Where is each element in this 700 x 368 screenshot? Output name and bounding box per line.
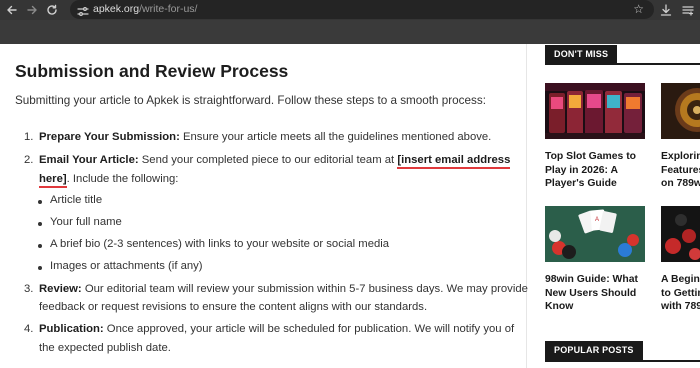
post-title-line: on 789w xyxy=(661,178,700,189)
article-content: Submission and Review Process Submitting… xyxy=(0,44,528,368)
step-body: here]. Include the following: xyxy=(39,170,509,189)
bullet-text: Your full name xyxy=(50,216,122,228)
post-thumbnail-slots[interactable] xyxy=(545,83,645,139)
post-title[interactable]: Explorin Features on 789w xyxy=(661,150,700,191)
step-body: Prepare Your Submission: Ensure your art… xyxy=(39,128,509,147)
step-text: Send your completed piece to our editori… xyxy=(138,154,398,166)
post-thumbnail-roulette[interactable] xyxy=(661,83,700,139)
site-header-bar xyxy=(0,20,700,44)
step-body: Publication: Once approved, your article… xyxy=(39,320,514,339)
reading-list-icon[interactable] xyxy=(680,2,696,18)
bullet-text: Images or attachments (if any) xyxy=(50,260,203,272)
step-text-after: . Include the following: xyxy=(66,173,179,185)
post-title-line: New Users Should xyxy=(545,287,637,299)
post-thumbnail-chips[interactable] xyxy=(661,206,700,262)
list-item-bullet: Your full name xyxy=(38,216,122,228)
bullet-text: A brief bio (2-3 sentences) with links t… xyxy=(50,238,390,250)
post-thumbnail-cards[interactable]: A xyxy=(545,206,645,262)
post-title-line: 98win Guide: What xyxy=(545,274,638,285)
url-text: apkek.org/write-for-us/ xyxy=(93,3,197,16)
svg-text:A: A xyxy=(595,217,599,223)
list-item-bullet: A brief bio (2-3 sentences) with links t… xyxy=(38,238,390,250)
bullet-dot xyxy=(38,266,42,270)
step-body: Review: Our editorial team will review y… xyxy=(39,280,528,299)
post-title-line: Know xyxy=(545,301,574,312)
post-title-line: Player's Guide xyxy=(545,178,617,189)
post-title[interactable]: A Beginn to Gettin with 789 xyxy=(661,273,700,314)
step-body: feedback or request revisions to ensure … xyxy=(39,301,428,313)
bullet-dot xyxy=(38,222,42,226)
step-body: the expected publish date. xyxy=(39,342,171,354)
download-icon[interactable] xyxy=(658,2,674,18)
browser-toolbar: apkek.org/write-for-us/ ☆ xyxy=(0,0,700,20)
bullet-dot xyxy=(38,200,42,204)
url-path: /write-for-us/ xyxy=(139,3,198,15)
email-placeholder-link[interactable]: [insert email address xyxy=(397,154,511,169)
bullet-dot xyxy=(38,244,42,248)
step-text: Our editorial team will review your subm… xyxy=(81,283,528,295)
step-number: 3. xyxy=(24,283,34,295)
back-arrow-icon[interactable] xyxy=(4,2,20,18)
step-title: Publication: xyxy=(39,323,104,335)
step-text: Ensure your article meets all the guidel… xyxy=(179,131,492,143)
step-text: Once approved, your article will be sche… xyxy=(103,323,515,335)
section-divider xyxy=(545,63,700,65)
post-title-line: Features xyxy=(661,164,700,176)
list-item-bullet: Article title xyxy=(38,194,103,206)
post-title-line: with 789 xyxy=(661,301,700,312)
forward-arrow-icon[interactable] xyxy=(24,2,40,18)
bullet-text: Article title xyxy=(50,194,103,206)
post-title-line: Play in 2026: A xyxy=(545,164,618,176)
step-number: 1. xyxy=(24,131,34,143)
reload-icon[interactable] xyxy=(44,2,60,18)
post-title-line: A Beginn xyxy=(661,274,700,285)
section-heading: Submission and Review Process xyxy=(15,61,289,81)
post-title-line: to Gettin xyxy=(661,287,700,299)
post-title-line: Explorin xyxy=(661,151,700,162)
list-item-bullet: Images or attachments (if any) xyxy=(38,260,203,272)
bookmark-star-icon[interactable]: ☆ xyxy=(633,2,644,17)
section-divider xyxy=(545,360,700,362)
email-placeholder-link-end[interactable]: here] xyxy=(39,173,67,188)
address-bar[interactable]: apkek.org/write-for-us/ ☆ xyxy=(70,0,654,19)
step-number: 4. xyxy=(24,323,34,335)
step-title: Prepare Your Submission: xyxy=(39,131,180,143)
post-title[interactable]: Top Slot Games to Play in 2026: A Player… xyxy=(545,150,636,191)
step-body: Email Your Article: Send your completed … xyxy=(39,151,511,170)
step-number: 2. xyxy=(24,154,34,166)
sidebar: DON'T MISS Top Slot Games to Play in 202… xyxy=(528,44,700,368)
intro-text: Submitting your article to Apkek is stra… xyxy=(15,94,486,107)
intro-paragraph: Submitting your article to Apkek is stra… xyxy=(15,94,486,107)
url-host: apkek.org xyxy=(93,3,140,15)
step-title: Review: xyxy=(39,283,82,295)
post-title-line: Top Slot Games to xyxy=(545,151,637,162)
post-title[interactable]: 98win Guide: What New Users Should Know xyxy=(545,273,638,314)
step-title: Email Your Article: xyxy=(39,154,139,166)
popular-posts-label: POPULAR POSTS xyxy=(545,341,643,360)
dont-miss-label: DON'T MISS xyxy=(545,45,618,64)
site-tune-icon[interactable] xyxy=(77,4,89,16)
